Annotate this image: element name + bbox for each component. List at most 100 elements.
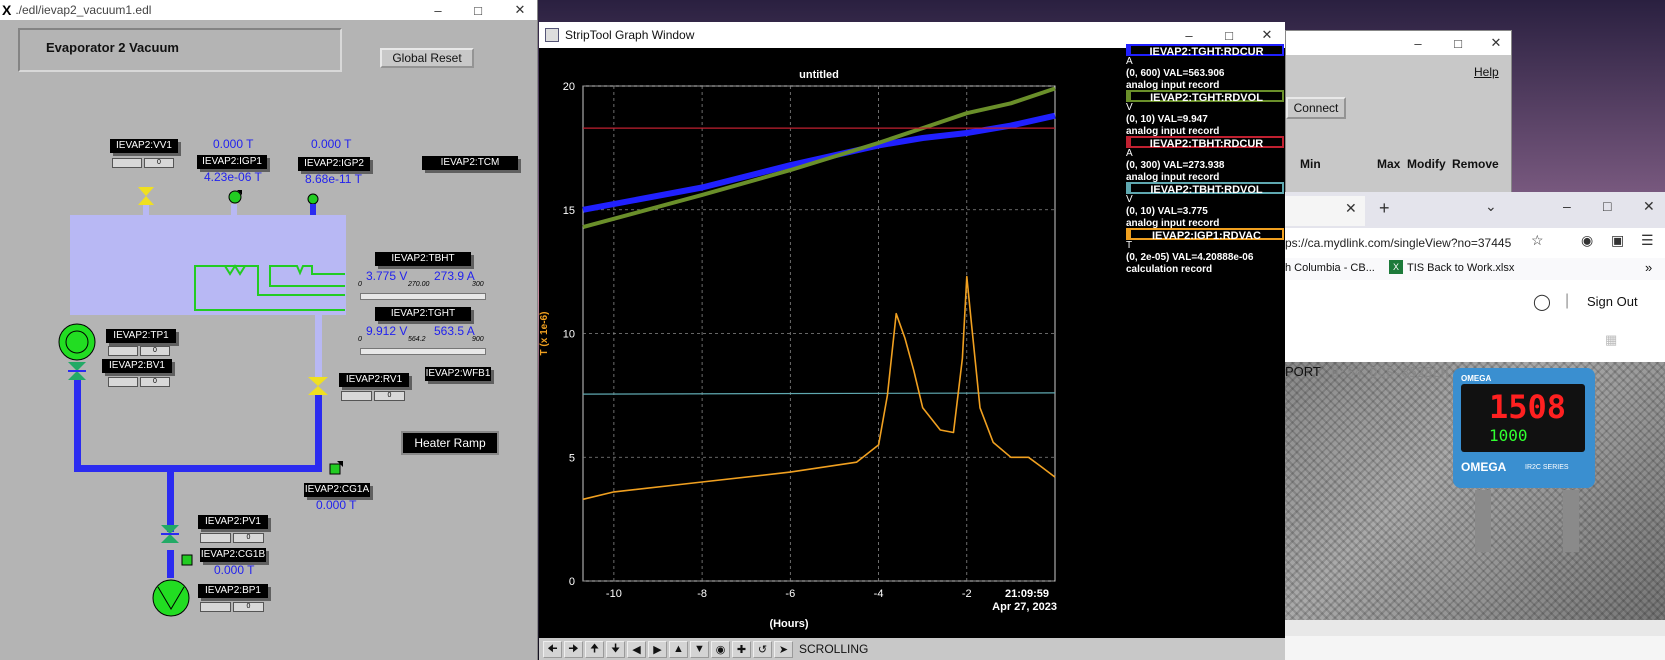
tp1-btn-2[interactable]: 0 bbox=[140, 346, 170, 356]
legend-entry[interactable]: IEVAP2:TGHT:RDCUR A (0, 600) VAL=563.906 an… bbox=[1126, 44, 1284, 92]
new-tab-icon[interactable]: + bbox=[1379, 198, 1390, 219]
tab-list-icon[interactable]: ⌄ bbox=[1485, 198, 1497, 215]
legend-entry[interactable]: IEVAP2:TBHT:RDCUR A (0, 300) VAL=273.938 an… bbox=[1126, 136, 1284, 184]
more-bookmarks-icon[interactable]: » bbox=[1645, 260, 1652, 275]
strip-toolbar: 🠈 🠊 🠉 🠋 ◀ ▶ ▲ ▼ ◉ ✚ ↺ ➤ SCROLLING bbox=[539, 638, 1285, 660]
tab-close-icon[interactable]: ✕ bbox=[1345, 200, 1357, 217]
igp2-top-value: 0.000 T bbox=[311, 137, 352, 151]
tght-scale-min: 0 bbox=[358, 336, 362, 343]
pv1-btn-1[interactable] bbox=[200, 533, 231, 543]
legend-pv-name[interactable]: IEVAP2:TBHT:RDVOL bbox=[1126, 182, 1284, 196]
tbht-slider[interactable] bbox=[360, 293, 486, 300]
backing-pump-icon[interactable] bbox=[152, 579, 190, 617]
auto-scale-icon[interactable]: ◉ bbox=[711, 640, 730, 658]
pan-left-icon[interactable]: 🠈 bbox=[543, 640, 562, 658]
connect-button[interactable]: Connect bbox=[1286, 97, 1346, 119]
pan-up-icon[interactable]: 🠉 bbox=[585, 640, 604, 658]
camera-overlay-text: PORT bbox=[1285, 364, 1321, 379]
bv1-btn-1[interactable] bbox=[108, 377, 138, 387]
pv1-valve-icon[interactable] bbox=[161, 525, 179, 543]
browser-close-icon[interactable]: ✕ bbox=[1643, 198, 1655, 215]
bp1-btn-2[interactable]: 0 bbox=[233, 602, 264, 612]
rv1-upper-pipe bbox=[315, 315, 322, 377]
bv1-buttons[interactable]: 0 bbox=[108, 377, 170, 387]
legend-entry[interactable]: IEVAP2:TBHT:RDVOL V (0, 10) VAL=3.775 analo… bbox=[1126, 182, 1284, 230]
browser-minimize-icon[interactable]: – bbox=[1563, 198, 1571, 214]
close-icon[interactable]: ✕ bbox=[506, 0, 534, 20]
refresh-icon[interactable]: ↺ bbox=[753, 640, 772, 658]
bookmark-star-icon[interactable]: ☆ bbox=[1531, 232, 1544, 249]
zoom-out-y-icon[interactable]: ▼ bbox=[690, 640, 709, 658]
extensions-icon[interactable]: ▣ bbox=[1611, 232, 1624, 249]
live-mode-icon[interactable]: ➤ bbox=[774, 640, 793, 658]
maximize-icon[interactable]: □ bbox=[464, 0, 492, 20]
turbo-pump-icon[interactable] bbox=[58, 323, 96, 361]
account-icon[interactable]: ◯ bbox=[1533, 292, 1551, 312]
bookmark-tis[interactable]: TIS Back to Work.xlsx bbox=[1407, 262, 1514, 274]
vv1-top-value: 0.000 T bbox=[213, 137, 254, 151]
edm-titlebar: X ./edl/ievap2_vacuum1.edl – □ ✕ bbox=[0, 0, 537, 20]
tp1-buttons[interactable]: 0 bbox=[108, 346, 170, 356]
browser-tabbar: ✕ + ⌄ – □ ✕ bbox=[1285, 192, 1665, 228]
tght-slider[interactable] bbox=[360, 348, 486, 355]
page-header: ◯ | Sign Out ▦ bbox=[1285, 280, 1665, 362]
url-input[interactable]: ps://ca.mydlink.com/singleView?no=37445 bbox=[1285, 233, 1545, 253]
foreline-pipe bbox=[74, 465, 322, 472]
vv1-btn-2[interactable]: 0 bbox=[144, 158, 174, 168]
strip-close-icon[interactable]: ✕ bbox=[1253, 25, 1281, 45]
rv1-valve-icon[interactable] bbox=[308, 377, 328, 395]
pv1-buttons[interactable]: 0 bbox=[200, 533, 264, 543]
pv1-btn-2[interactable]: 0 bbox=[233, 533, 264, 543]
y-tick-label: 5 bbox=[569, 452, 575, 464]
back-minimize-icon[interactable]: – bbox=[1404, 33, 1432, 53]
vv1-buttons[interactable]: 0 bbox=[112, 158, 174, 168]
bp1-buttons[interactable]: 0 bbox=[200, 602, 264, 612]
legend-range: (0, 600) VAL=563.906 bbox=[1126, 68, 1225, 79]
legend-pv-name[interactable]: IEVAP2:TBHT:RDCUR bbox=[1126, 136, 1284, 150]
back-close-icon[interactable]: ✕ bbox=[1482, 33, 1510, 53]
horizontal-scrollbar[interactable] bbox=[1285, 620, 1665, 636]
legend-range: (0, 10) VAL=9.947 bbox=[1126, 114, 1208, 125]
help-menu[interactable]: Help bbox=[1474, 65, 1499, 79]
rv1-btn-2[interactable]: 0 bbox=[374, 391, 405, 401]
pocket-icon[interactable]: ◉ bbox=[1581, 232, 1593, 249]
legend-entry[interactable]: IEVAP2:TGHT:RDVOL V (0, 10) VAL=9.947 analo… bbox=[1126, 90, 1284, 138]
bv1-btn-2[interactable]: 0 bbox=[140, 377, 170, 387]
backing-pipe bbox=[167, 550, 174, 578]
heater-ramp-button[interactable]: Heater Ramp bbox=[401, 431, 499, 455]
zoom-in-x-icon[interactable]: ◀ bbox=[627, 640, 646, 658]
browser-maximize-icon[interactable]: □ bbox=[1603, 198, 1611, 214]
vv1-valve-icon[interactable] bbox=[138, 187, 154, 205]
tbht-scale-min: 0 bbox=[358, 281, 362, 288]
tbht-current: 273.9 A bbox=[434, 269, 475, 283]
legend-pv-name[interactable]: IEVAP2:IGP1:RDVAC bbox=[1126, 228, 1284, 242]
x-tick-label: -6 bbox=[785, 588, 795, 600]
back-maximize-icon[interactable]: □ bbox=[1444, 33, 1472, 53]
controller-brand-top: OMEGA bbox=[1461, 374, 1492, 383]
back-titlebar: – □ ✕ bbox=[1286, 31, 1511, 55]
grid-view-icon[interactable]: ▦ bbox=[1605, 332, 1617, 348]
reset-scale-icon[interactable]: ✚ bbox=[732, 640, 751, 658]
menu-icon[interactable]: ☰ bbox=[1641, 232, 1654, 249]
vv1-btn-1[interactable] bbox=[112, 158, 142, 168]
strip-minimize-icon[interactable]: – bbox=[1175, 25, 1203, 45]
rv1-btn-1[interactable] bbox=[341, 391, 372, 401]
global-reset-button[interactable]: Global Reset bbox=[380, 48, 474, 68]
bv1-valve-icon[interactable] bbox=[68, 362, 86, 380]
bp1-btn-1[interactable] bbox=[200, 602, 231, 612]
legend-pv-name[interactable]: IEVAP2:TGHT:RDVOL bbox=[1126, 90, 1284, 104]
tp1-btn-1[interactable] bbox=[108, 346, 138, 356]
pan-right-icon[interactable]: 🠊 bbox=[564, 640, 583, 658]
tbht-label: IEVAP2:TBHT bbox=[375, 252, 471, 266]
legend-pv-name[interactable]: IEVAP2:TGHT:RDCUR bbox=[1126, 44, 1284, 58]
legend-entry[interactable]: IEVAP2:IGP1:RDVAC T (0, 2e-05) VAL=4.20888… bbox=[1126, 228, 1284, 276]
strip-maximize-icon[interactable]: □ bbox=[1215, 25, 1243, 45]
sign-out-link[interactable]: Sign Out bbox=[1587, 294, 1638, 309]
zoom-in-y-icon[interactable]: ▲ bbox=[669, 640, 688, 658]
rv1-buttons[interactable]: 0 bbox=[341, 391, 405, 401]
minimize-icon[interactable]: – bbox=[424, 0, 452, 20]
tght-label: IEVAP2:TGHT bbox=[375, 307, 471, 321]
bookmark-cbc[interactable]: h Columbia - CB... bbox=[1285, 262, 1375, 274]
zoom-out-x-icon[interactable]: ▶ bbox=[648, 640, 667, 658]
pan-down-icon[interactable]: 🠋 bbox=[606, 640, 625, 658]
